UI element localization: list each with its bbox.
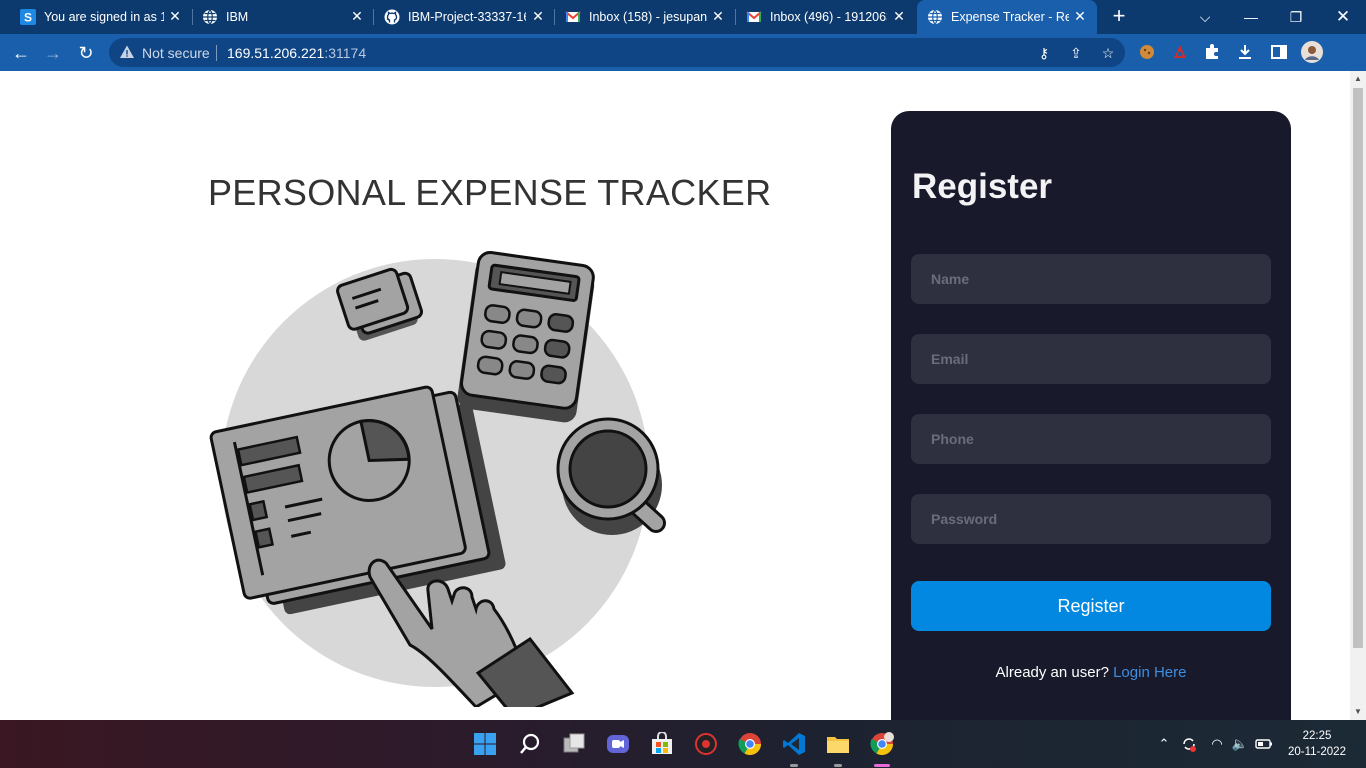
bookmark-star-icon[interactable]: ☆ <box>1099 44 1117 62</box>
teams-chat-icon[interactable] <box>606 732 630 756</box>
profile-avatar[interactable] <box>1301 41 1323 63</box>
phone-field[interactable] <box>911 414 1271 464</box>
back-arrow-icon[interactable]: ← <box>9 41 33 65</box>
globe-icon <box>203 9 217 25</box>
svg-text:S: S <box>24 11 32 25</box>
tab-gmail-inbox-496[interactable]: Inbox (496) - 1912063 ✕ <box>736 0 916 34</box>
battery-icon[interactable] <box>1255 735 1273 753</box>
tab-close-icon[interactable]: ✕ <box>891 8 907 24</box>
calculator-icon <box>457 251 595 423</box>
file-explorer-icon[interactable] <box>826 732 850 756</box>
extension-cookie-icon[interactable] <box>1137 42 1157 62</box>
tab-expense-tracker[interactable]: Expense Tracker - Reg ✕ <box>917 0 1097 34</box>
tab-title: Expense Tracker - Reg <box>951 10 1069 24</box>
github-icon <box>384 9 400 25</box>
tab-title: You are signed in as 1 <box>44 10 164 24</box>
tab-title: Inbox (158) - jesupanc <box>589 10 707 24</box>
tab-close-icon[interactable]: ✕ <box>167 8 183 24</box>
reload-icon[interactable]: ↻ <box>74 41 98 65</box>
tab-ibm[interactable]: IBM ✕ <box>192 0 372 34</box>
password-field[interactable] <box>911 494 1271 544</box>
chrome-icon[interactable] <box>738 732 762 756</box>
register-button[interactable]: Register <box>911 581 1271 631</box>
register-title: Register <box>912 167 1053 206</box>
new-tab-button[interactable]: + <box>1108 5 1130 28</box>
expense-tracker-illustration <box>209 251 666 707</box>
page-content: PERSONAL EXPENSE TRACKER Register Name E… <box>0 71 1350 720</box>
security-status[interactable]: Not secure <box>142 45 210 61</box>
page-scrollbar[interactable]: ▲ ▼ <box>1350 71 1366 720</box>
page-title: PERSONAL EXPENSE TRACKER <box>208 172 772 213</box>
tab-close-icon[interactable]: ✕ <box>710 8 726 24</box>
active-indicator <box>874 764 890 767</box>
download-icon[interactable] <box>1235 42 1255 62</box>
address-divider <box>216 45 217 61</box>
forward-arrow-icon[interactable]: → <box>41 41 65 65</box>
scroll-up-arrow-icon[interactable]: ▲ <box>1353 74 1363 84</box>
windows-taskbar: ⌃ ◠ 🔈 22:25 20-11-2022 <box>0 720 1366 768</box>
system-clock[interactable]: 22:25 20-11-2022 <box>1286 728 1348 760</box>
search-icon[interactable] <box>518 732 542 756</box>
clock-time: 22:25 <box>1302 730 1332 742</box>
extensions-puzzle-icon[interactable] <box>1202 42 1222 62</box>
chrome-profile-icon[interactable] <box>870 732 894 756</box>
globe-icon <box>928 9 942 25</box>
restore-icon[interactable]: ❐ <box>1285 6 1307 28</box>
tab-search-chevron-icon[interactable]: ⌵ <box>1194 6 1216 28</box>
minimize-icon[interactable]: — <box>1240 6 1262 28</box>
microsoft-store-icon[interactable] <box>650 732 674 756</box>
antivirus-icon[interactable] <box>694 732 718 756</box>
wifi-icon[interactable]: ◠ <box>1208 735 1226 753</box>
tab-gmail-inbox-158[interactable]: Inbox (158) - jesupanc ✕ <box>555 0 735 34</box>
tab-close-icon[interactable]: ✕ <box>1072 8 1088 24</box>
tab-title: Inbox (496) - 1912063 <box>770 10 887 24</box>
login-prompt: Already an user? Login Here <box>891 664 1291 681</box>
close-window-icon[interactable]: ✕ <box>1332 6 1354 28</box>
tab-close-icon[interactable]: ✕ <box>530 8 546 24</box>
tab-close-icon[interactable]: ✕ <box>349 8 365 24</box>
url-host: 169.51.206.221 <box>227 45 325 61</box>
tab-title: IBM <box>226 10 249 24</box>
clock-date: 20-11-2022 <box>1288 746 1346 758</box>
running-indicator <box>790 764 798 767</box>
tab-github-project[interactable]: IBM-Project-33337-16 ✕ <box>374 0 554 34</box>
vscode-icon[interactable] <box>782 732 806 756</box>
name-field[interactable] <box>911 254 1271 304</box>
share-icon[interactable]: ⇪ <box>1067 44 1085 62</box>
tab-title: IBM-Project-33337-16 <box>408 10 526 24</box>
windows-start-icon[interactable] <box>473 732 497 756</box>
key-icon[interactable]: ⚷ <box>1035 44 1053 62</box>
url-text[interactable]: 169.51.206.221:31174 <box>227 45 366 61</box>
browser-tab-strip: S You are signed in as 1 ✕ IBM ✕ IBM-Pro… <box>0 0 1366 34</box>
tab-signed-in[interactable]: S You are signed in as 1 ✕ <box>10 0 190 34</box>
address-bar[interactable]: Not secure 169.51.206.221:31174 ⚷ ⇪ ☆ <box>109 38 1125 67</box>
email-field[interactable] <box>911 334 1271 384</box>
sync-alert-icon[interactable] <box>1180 735 1198 753</box>
url-port: :31174 <box>324 45 367 61</box>
login-link[interactable]: Login Here <box>1113 664 1186 681</box>
scroll-down-arrow-icon[interactable]: ▼ <box>1353 707 1363 717</box>
browser-toolbar: ← → ↻ Not secure 169.51.206.221:31174 ⚷ … <box>0 34 1366 71</box>
warning-triangle-icon[interactable] <box>119 44 135 60</box>
side-panel-icon[interactable] <box>1269 42 1289 62</box>
task-view-icon[interactable] <box>562 732 586 756</box>
volume-icon[interactable]: 🔈 <box>1231 735 1249 753</box>
gmail-icon <box>746 11 762 22</box>
running-indicator <box>834 764 842 767</box>
extension-red-icon[interactable] <box>1170 42 1190 62</box>
s-app-icon: S <box>20 9 36 25</box>
scroll-thumb[interactable] <box>1353 88 1363 648</box>
register-card: Register Register Already an user? Login… <box>891 111 1291 720</box>
tray-overflow-chevron-icon[interactable]: ⌃ <box>1155 735 1173 753</box>
gmail-icon <box>565 11 581 22</box>
login-prompt-text: Already an user? <box>995 664 1114 681</box>
